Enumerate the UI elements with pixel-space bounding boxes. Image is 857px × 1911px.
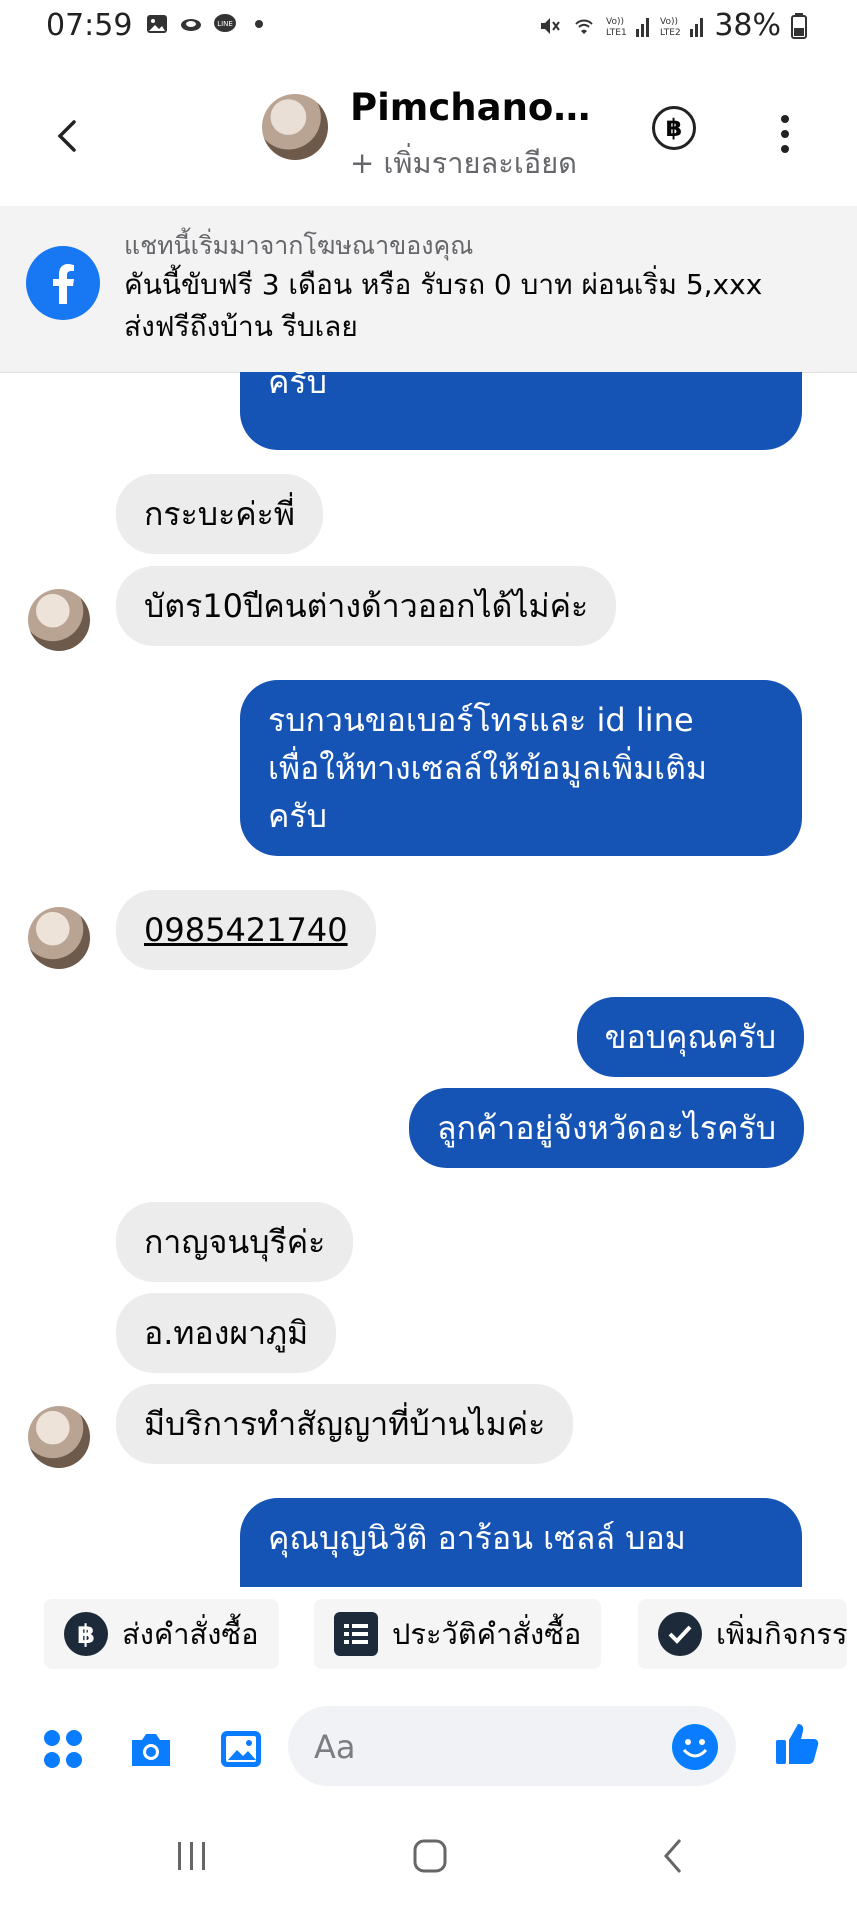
contact-avatar-small[interactable] [28, 907, 90, 969]
checkmark-icon [658, 1612, 702, 1656]
message-composer: Aa [0, 1690, 857, 1808]
add-activity-button[interactable]: เพิ่มกิจกรร [638, 1599, 848, 1669]
ad-line-2: ส่งฟรีถึงบ้าน รีบเลย [124, 310, 358, 343]
svg-text:฿: ฿ [77, 1620, 95, 1650]
message-incoming[interactable]: กระบะค่ะพี่ [116, 474, 323, 554]
svg-text:Vo)): Vo)) [660, 17, 678, 27]
signal-lte2-icon: Vo))LTE2 [660, 17, 704, 38]
message-outgoing[interactable]: ครับ [240, 372, 802, 450]
ad-line-1: คันนี้ขับฟรี 3 เดือน หรือ รับรถ 0 บาท ผ่… [124, 268, 763, 301]
message-incoming[interactable]: 0985421740 [116, 890, 376, 970]
android-nav-bar [0, 1810, 857, 1911]
contact-avatar-small[interactable] [28, 1406, 90, 1468]
baht-payment-button[interactable]: ฿ [652, 106, 696, 150]
list-icon [334, 1612, 378, 1656]
order-history-label: ประวัติคำสั่งซื้อ [392, 1617, 582, 1651]
status-left-icons: LINE [145, 12, 271, 36]
status-bar: 07:59 LINE Vo)) LTE1 Vo)) LTE2 38% [0, 0, 857, 56]
dot-icon [255, 20, 263, 28]
contact-avatar[interactable] [262, 94, 328, 160]
battery-percent: 38% [714, 8, 781, 43]
recent-apps-icon[interactable] [172, 1836, 212, 1876]
message-text: ขอบคุณครับ [604, 1018, 776, 1056]
status-time: 07:59 [46, 8, 133, 43]
message-input-placeholder: Aa [314, 1728, 356, 1766]
message-text: รบกวนขอเบอร์โทรและ id line [268, 701, 694, 739]
phone-number-link[interactable]: 0985421740 [144, 911, 348, 949]
message-text: กระบะค่ะพี่ [144, 495, 295, 533]
emoji-icon[interactable] [672, 1724, 718, 1770]
message-outgoing[interactable]: คุณบุญนิวัติ อาร้อน เซลล์ บอม [240, 1498, 802, 1587]
message-text: คุณบุญนิวัติ อาร้อน เซลล์ บอม [268, 1519, 686, 1557]
message-incoming[interactable]: บัตร10ปีคนต่างด้าวออกได้ไม่ค่ะ [116, 566, 617, 646]
contact-avatar-small[interactable] [28, 589, 90, 651]
svg-text:Vo)): Vo)) [606, 17, 624, 27]
svg-text:LINE: LINE [217, 20, 233, 28]
line-icon: LINE [214, 14, 236, 32]
back-nav-icon[interactable] [654, 1836, 694, 1876]
signal-lte1-icon: Vo))LTE1 [606, 17, 650, 38]
home-icon[interactable] [410, 1836, 450, 1876]
gallery-icon [147, 15, 167, 33]
more-options-icon[interactable] [780, 114, 790, 154]
battery-icon [791, 12, 807, 39]
gallery-icon[interactable] [218, 1726, 264, 1772]
message-text: ครับ [268, 797, 327, 835]
ad-meta-text: แชทนี้เริ่มมาจากโฆษณาของคุณ [124, 231, 474, 260]
message-outgoing[interactable]: ลูกค้าอยู่จังหวัดอะไรครับ [408, 1088, 804, 1168]
cloud-icon [181, 19, 201, 31]
message-text: กาญจนบุรีค่ะ [144, 1223, 326, 1261]
add-details-link[interactable]: + เพิ่มรายละเอียด [350, 140, 577, 186]
message-text: ลูกค้าอยู่จังหวัดอะไรครับ [436, 1109, 776, 1147]
mute-icon [541, 17, 561, 34]
message-incoming[interactable]: มีบริการทำสัญญาที่บ้านไมค่ะ [116, 1384, 574, 1464]
thumbs-up-icon[interactable] [772, 1718, 822, 1768]
svg-text:LTE1: LTE1 [606, 28, 627, 38]
facebook-icon [26, 246, 100, 320]
status-right: Vo)) LTE1 Vo)) LTE2 38% [538, 8, 807, 43]
send-order-button[interactable]: ฿ ส่งคำสั่งซื้อ [44, 1599, 279, 1669]
message-text: ครับ [268, 372, 327, 401]
add-activity-label: เพิ่มกิจกรร [716, 1617, 848, 1651]
message-text: เพื่อให้ทางเซลล์ให้ข้อมูลเพิ่มเติม [268, 749, 707, 787]
ad-headline: คันนี้ขับฟรี 3 เดือน หรือ รับรถ 0 บาท ผ่… [124, 264, 824, 348]
message-list[interactable]: ครับ กระบะค่ะพี่ บัตร10ปีคนต่างด้าวออกได… [0, 372, 857, 1587]
message-outgoing[interactable]: รบกวนขอเบอร์โทรและ id line เพื่อให้ทางเซ… [240, 680, 802, 856]
message-text: บัตร10ปีคนต่างด้าวออกได้ไม่ค่ะ [144, 587, 589, 625]
message-incoming[interactable]: กาญจนบุรีค่ะ [116, 1202, 354, 1282]
svg-text:LTE2: LTE2 [660, 28, 681, 38]
ad-origin-banner[interactable]: แชทนี้เริ่มมาจากโฆษณาของคุณ คันนี้ขับฟรี… [0, 206, 857, 373]
baht-icon: ฿ [64, 1612, 108, 1656]
send-order-label: ส่งคำสั่งซื้อ [122, 1617, 259, 1651]
chat-header: Pimchanok... + เพิ่มรายละเอียด ฿ [0, 68, 857, 204]
contact-name[interactable]: Pimchanok... [350, 86, 610, 129]
order-history-button[interactable]: ประวัติคำสั่งซื้อ [314, 1599, 602, 1669]
apps-grid-icon[interactable] [40, 1726, 86, 1772]
message-text: อ.ทองผาภูมิ [144, 1314, 309, 1352]
quick-actions-bar: ฿ ส่งคำสั่งซื้อ ประวัติคำสั่งซื้อ เพิ่มก… [0, 1587, 857, 1679]
message-outgoing[interactable]: ขอบคุณครับ [576, 997, 804, 1077]
message-incoming[interactable]: อ.ทองผาภูมิ [116, 1293, 337, 1373]
camera-icon[interactable] [128, 1726, 174, 1772]
back-arrow-icon[interactable] [48, 116, 88, 156]
wifi-icon [575, 19, 594, 34]
message-text: มีบริการทำสัญญาที่บ้านไมค่ะ [144, 1405, 546, 1443]
